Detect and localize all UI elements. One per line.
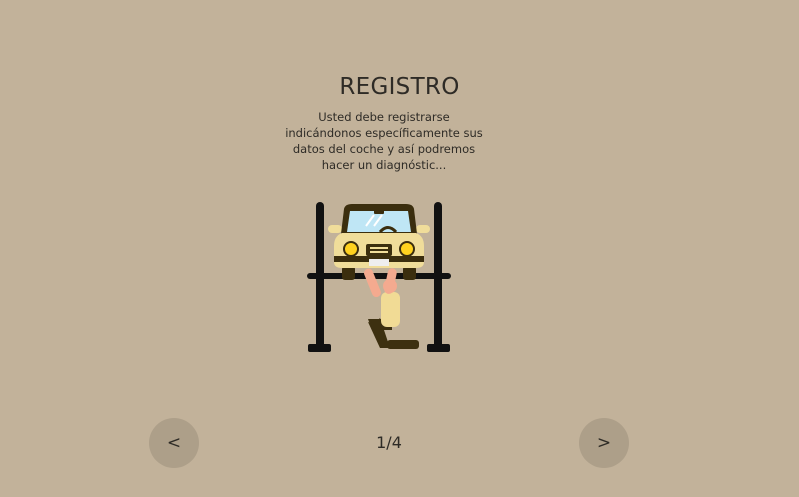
lift-base-left [308, 344, 331, 352]
next-button[interactable]: > [579, 418, 629, 468]
mechanic-torso [381, 292, 400, 327]
lift-arm [307, 273, 451, 279]
car-windshield [347, 211, 411, 232]
slide-description: Usted debe registrarse indicándonos espe… [285, 110, 483, 172]
car-tire-left [342, 266, 355, 280]
previous-button[interactable]: < [149, 418, 199, 468]
mechanic-under-car-lift-icon [307, 202, 451, 352]
car-mirror-left [328, 225, 342, 233]
page-indicator: 1/4 [376, 433, 402, 452]
car-mirror-right [416, 225, 430, 233]
lift-base-right [427, 344, 450, 352]
car-license-plate [369, 259, 389, 266]
slide-title: REGISTRO [339, 74, 460, 100]
car-tire-right [403, 266, 416, 280]
car-headlight-left [343, 241, 359, 257]
car-grille [366, 244, 392, 256]
mechanic-arm-left [364, 268, 381, 298]
car-headlight-right [399, 241, 415, 257]
mechanic-shin [387, 340, 419, 349]
mechanic-head [383, 279, 397, 293]
